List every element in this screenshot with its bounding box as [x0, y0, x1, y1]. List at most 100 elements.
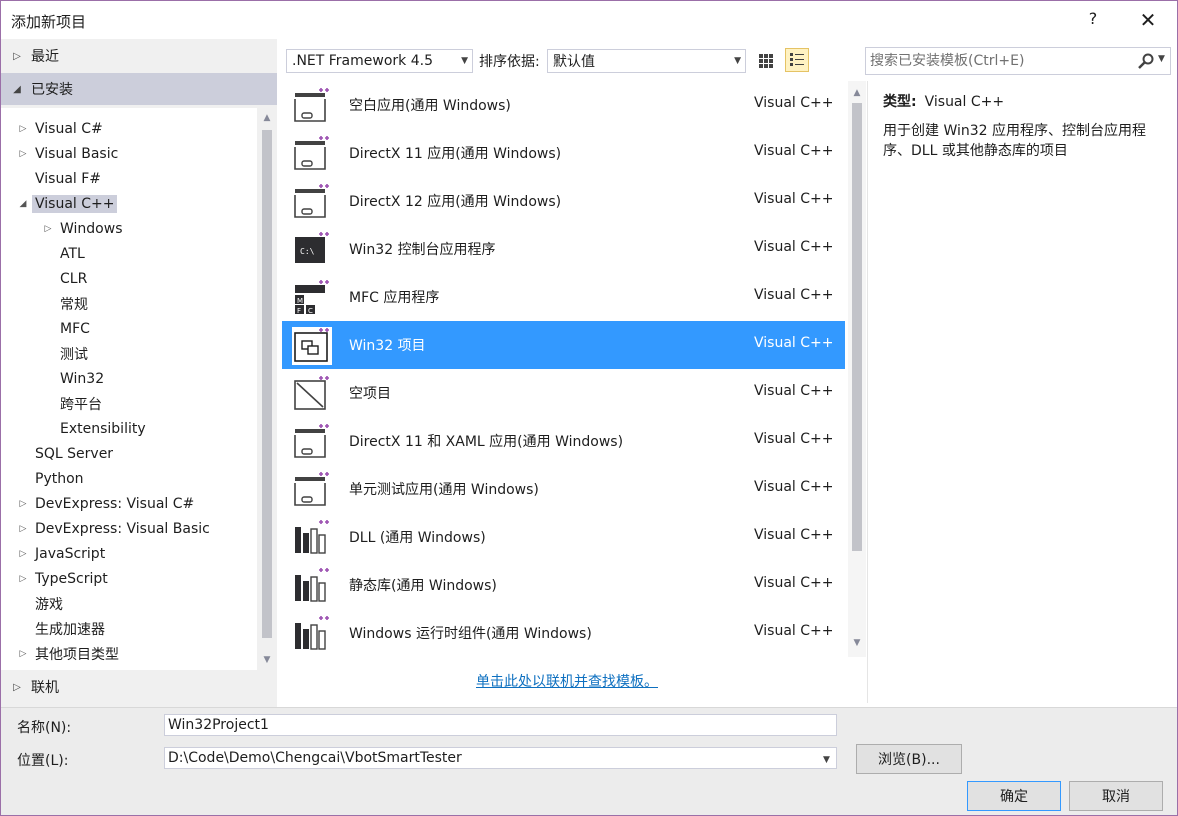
tree-item-label: MFC: [60, 321, 90, 337]
svg-text:C:\: C:\: [300, 247, 315, 256]
title-bar: 添加新项目 ? ✕: [1, 1, 1177, 39]
tree-item[interactable]: 常规: [42, 292, 88, 316]
tree-item[interactable]: ▷ DevExpress: Visual Basic: [17, 517, 210, 541]
search-options-icon[interactable]: ▼: [1158, 54, 1165, 64]
tree-item[interactable]: SQL Server: [17, 442, 113, 466]
list-view-button[interactable]: [785, 48, 809, 72]
template-row[interactable]: DLL (通用 Windows) Visual C++: [282, 513, 845, 561]
help-button[interactable]: ?: [1081, 7, 1105, 31]
expand-arrow-icon[interactable]: ▷: [17, 524, 29, 534]
chevron-down-icon: ▼: [461, 56, 468, 66]
tree-item[interactable]: ◢ Visual C++: [17, 192, 118, 216]
scroll-thumb[interactable]: [262, 130, 272, 638]
tree-item[interactable]: ▷ JavaScript: [17, 542, 106, 566]
scroll-up-icon[interactable]: ▲: [848, 85, 866, 101]
tree-item-label: JavaScript: [35, 546, 106, 562]
directx-app-icon: [294, 136, 329, 170]
template-name: DLL (通用 Windows): [349, 530, 486, 546]
tree-item[interactable]: 生成加速器: [17, 617, 105, 641]
browse-button[interactable]: 浏览(B)...: [856, 744, 962, 774]
tree-item[interactable]: Extensibility: [42, 417, 146, 441]
location-input[interactable]: [164, 747, 837, 769]
scroll-down-icon[interactable]: ▼: [258, 652, 276, 668]
template-row[interactable]: DirectX 12 应用(通用 Windows) Visual C++: [282, 177, 845, 225]
template-name: DirectX 11 应用(通用 Windows): [349, 146, 562, 162]
tree-item[interactable]: 游戏: [17, 592, 63, 616]
recent-section[interactable]: ▷ 最近: [1, 40, 277, 72]
tree-item[interactable]: 跨平台: [42, 392, 102, 416]
expand-arrow-icon[interactable]: ▷: [17, 649, 29, 659]
directx-app-icon: [294, 184, 329, 218]
scroll-up-icon[interactable]: ▲: [258, 110, 276, 126]
search-input[interactable]: [870, 51, 1130, 71]
template-row[interactable]: 空项目 Visual C++: [282, 369, 845, 417]
template-row[interactable]: DirectX 11 和 XAML 应用(通用 Windows) Visual C…: [282, 417, 845, 465]
scroll-thumb[interactable]: [852, 103, 862, 551]
tree-scrollbar[interactable]: ▲ ▼: [258, 108, 276, 670]
tree-item[interactable]: ▷ DevExpress: Visual C#: [17, 492, 195, 516]
template-row[interactable]: Windows 运行时组件(通用 Windows) Visual C++: [282, 609, 845, 657]
template-row[interactable]: 空白应用(通用 Windows) Visual C++: [282, 81, 845, 129]
tree-item[interactable]: CLR: [42, 267, 87, 291]
tree-item[interactable]: MFC: [42, 317, 90, 341]
tree-item[interactable]: ▷ TypeScript: [17, 567, 108, 591]
template-row[interactable]: C:\ Win32 控制台应用程序 Visual C++: [282, 225, 845, 273]
tree-item[interactable]: ▷ Visual C#: [17, 117, 103, 141]
tree-item[interactable]: Visual F#: [17, 167, 101, 191]
expand-arrow-icon[interactable]: ▷: [17, 574, 29, 584]
tree-item[interactable]: Win32: [42, 367, 104, 391]
template-language: Visual C++: [754, 383, 834, 399]
tree-item[interactable]: ▷ 其他项目类型: [17, 642, 119, 666]
scroll-down-icon[interactable]: ▼: [848, 635, 866, 651]
close-button[interactable]: ✕: [1133, 7, 1163, 33]
installed-section[interactable]: ◢ 已安装: [1, 73, 277, 105]
collapse-arrow-icon: ◢: [13, 83, 21, 95]
template-language: Visual C++: [754, 575, 834, 591]
chevron-down-icon[interactable]: ▼: [823, 755, 830, 765]
tree-item-label: DevExpress: Visual C#: [35, 496, 195, 512]
expand-arrow-icon[interactable]: ▷: [17, 124, 29, 134]
template-language: Visual C++: [754, 527, 834, 543]
template-row[interactable]: M F C MFC 应用程序 Visual C++: [282, 273, 845, 321]
expand-arrow-icon[interactable]: ▷: [42, 224, 54, 234]
framework-value: .NET Framework 4.5: [292, 53, 433, 69]
tree-item[interactable]: Python: [17, 467, 84, 491]
tree-item[interactable]: ▷ Visual Basic: [17, 142, 119, 166]
tree-item-label: Windows: [60, 221, 123, 237]
tree-item-label: 游戏: [35, 597, 63, 613]
project-name-input[interactable]: [164, 714, 837, 736]
online-section[interactable]: ▷ 联机: [1, 671, 277, 703]
svg-text:M: M: [297, 297, 303, 305]
sort-dropdown[interactable]: 默认值 ▼: [547, 49, 746, 73]
win32-project-icon: [292, 327, 332, 365]
template-language: Visual C++: [754, 239, 834, 255]
expand-arrow-icon[interactable]: ▷: [17, 499, 29, 509]
grid-view-icon: [759, 54, 773, 68]
template-list-scrollbar[interactable]: ▲ ▼: [848, 81, 866, 657]
ok-button[interactable]: 确定: [967, 781, 1061, 811]
online-link-area: 单击此处以联机并查找模板。: [282, 657, 866, 703]
template-row[interactable]: 静态库(通用 Windows) Visual C++: [282, 561, 845, 609]
find-templates-online-link[interactable]: 单击此处以联机并查找模板。: [476, 671, 658, 691]
svg-text:F: F: [297, 307, 301, 315]
runtime-component-icon: [295, 616, 329, 650]
svg-text:C: C: [308, 307, 313, 315]
small-icons-view-button[interactable]: [754, 49, 778, 73]
tree-item[interactable]: ▷ Windows: [42, 217, 123, 241]
expand-arrow-icon[interactable]: ▷: [17, 549, 29, 559]
template-row[interactable]: Win32 项目 Visual C++: [282, 321, 845, 369]
template-name: 静态库(通用 Windows): [349, 578, 497, 594]
tree-item[interactable]: ATL: [42, 242, 85, 266]
dll-icon: [295, 520, 329, 554]
search-icon[interactable]: [1138, 53, 1154, 69]
cancel-button[interactable]: 取消: [1069, 781, 1163, 811]
tree-item[interactable]: 测试: [42, 342, 88, 366]
console-app-icon: C:\: [295, 232, 329, 263]
template-row[interactable]: DirectX 11 应用(通用 Windows) Visual C++: [282, 129, 845, 177]
template-name: 空项目: [349, 386, 391, 402]
collapse-arrow-icon[interactable]: ◢: [17, 199, 29, 209]
expand-arrow-icon[interactable]: ▷: [17, 149, 29, 159]
framework-dropdown[interactable]: .NET Framework 4.5 ▼: [286, 49, 473, 73]
template-language: Visual C++: [754, 287, 834, 303]
template-row[interactable]: 单元测试应用(通用 Windows) Visual C++: [282, 465, 845, 513]
